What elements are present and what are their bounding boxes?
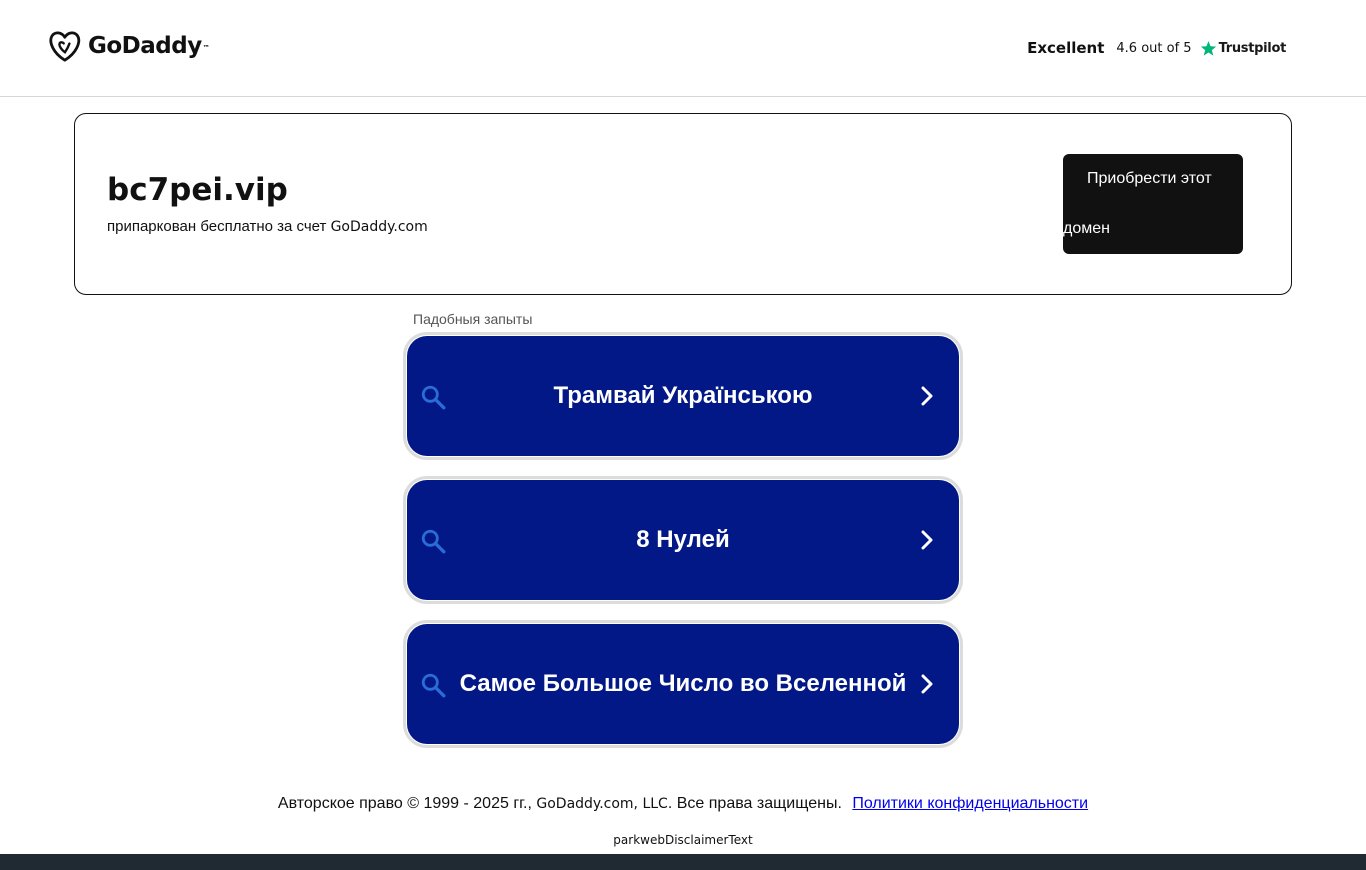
related-search-text: Трамвай Українською — [553, 382, 813, 409]
copyright-brand: GoDaddy.com, LLC. — [536, 796, 673, 812]
logo-wordmark: GoDaddy™ — [88, 30, 210, 62]
related-searches-label: Падобныя запыты — [413, 311, 533, 327]
godaddy-logo-icon — [49, 31, 81, 62]
related-search-link[interactable]: 8 Нулей — [403, 476, 963, 604]
buy-button-label-line2: домен — [1063, 220, 1110, 237]
search-icon — [421, 529, 446, 554]
related-search-text: 8 Нулей — [636, 526, 730, 553]
logo-text: GoDaddy — [88, 33, 202, 59]
related-search-text: Самое Большое Число во Вселенной — [459, 670, 907, 697]
rating-label: Excellent — [1027, 39, 1105, 57]
parked-prefix: припаркован бесплатно за счет — [107, 218, 331, 235]
trustpilot-wordmark: Trustpilot — [1218, 40, 1287, 56]
copyright-line: Авторское право © 1999 - 2025 гг., GoDad… — [0, 795, 1366, 813]
related-search-link-body: Трамвай Українською — [407, 336, 959, 456]
related-search-link-body: 8 Нулей — [407, 480, 959, 600]
domain-name: bc7pei.vip — [107, 172, 288, 208]
domain-card: bc7pei.vip припаркован бесплатно за счет… — [74, 113, 1292, 295]
logo-trademark: ™ — [202, 44, 210, 52]
parked-by-text: припаркован бесплатно за счет GoDaddy.co… — [107, 218, 428, 236]
buy-domain-button[interactable]: Приобрести этот домен — [1063, 154, 1243, 254]
disclaimer-text: parkwebDisclaimerText — [613, 833, 753, 847]
related-search-link[interactable]: Самое Большое Число во Вселенной — [403, 620, 963, 748]
godaddy-logo[interactable]: GoDaddy™ — [47, 30, 210, 62]
site-header: GoDaddy™ Excellent 4.6 out of 5 Trustpil… — [0, 0, 1366, 97]
chevron-right-icon — [921, 386, 933, 406]
privacy-policy-link[interactable]: Политики конфиденциальности — [852, 795, 1088, 812]
trustpilot-rating[interactable]: Excellent 4.6 out of 5 Trustpilot — [1027, 37, 1286, 59]
chevron-right-icon — [921, 530, 933, 550]
related-search-link[interactable]: Трамвай Українською — [403, 332, 963, 460]
copyright-suffix: Все права защищены. — [672, 795, 842, 812]
rating-score: 4.6 out of 5 — [1116, 40, 1192, 56]
buy-button-label-line1: Приобрести этот — [1087, 170, 1212, 187]
related-search-link-body: Самое Большое Число во Вселенной — [407, 624, 959, 744]
parked-brand: GoDaddy.com — [330, 219, 428, 235]
search-icon — [421, 385, 446, 410]
bottom-bar — [0, 854, 1366, 870]
trustpilot-star-icon — [1200, 40, 1216, 56]
search-icon — [421, 673, 446, 698]
chevron-right-icon — [921, 674, 933, 694]
copyright-prefix: Авторское право © 1999 - 2025 гг., — [277, 795, 537, 812]
